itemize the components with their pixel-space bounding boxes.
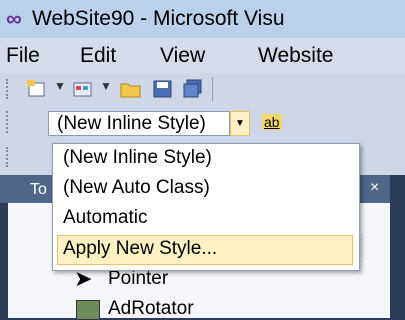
- title-bar: ∞ WebSite90 - Microsoft Visu: [0, 0, 405, 38]
- dropdown-option-automatic[interactable]: Automatic: [63, 207, 147, 229]
- add-item-icon[interactable]: [72, 79, 94, 99]
- toolbar-grip[interactable]: [6, 147, 12, 167]
- adrotator-icon: [76, 300, 100, 320]
- dropdown-option-new-auto-class[interactable]: (New Auto Class): [63, 177, 210, 199]
- add-item-dropdown-icon[interactable]: ▼: [100, 79, 112, 93]
- save-icon[interactable]: [152, 79, 174, 99]
- style-dropdown-menu: (New Inline Style) (New Auto Class) Auto…: [52, 143, 360, 271]
- toolbox-item-pointer[interactable]: Pointer: [108, 268, 168, 290]
- toolbar-grip[interactable]: [6, 111, 12, 133]
- new-project-icon[interactable]: [26, 79, 48, 99]
- menu-bar: File Edit View Website: [0, 38, 405, 73]
- toolbar-separator: [212, 77, 213, 101]
- menu-website[interactable]: Website: [258, 44, 333, 68]
- toolbar-grip[interactable]: [6, 79, 12, 99]
- toolbox-title: To: [30, 181, 47, 198]
- style-button[interactable]: ab: [262, 114, 282, 130]
- dropdown-option-new-inline-style[interactable]: (New Inline Style): [63, 147, 212, 169]
- new-project-dropdown-icon[interactable]: ▼: [54, 79, 66, 93]
- open-file-icon[interactable]: [120, 79, 142, 99]
- target-rule-value: (New Inline Style): [57, 113, 206, 134]
- menu-file[interactable]: File: [6, 44, 40, 68]
- standard-toolbar: ▼ ▼: [0, 73, 405, 105]
- save-all-icon[interactable]: [182, 79, 204, 99]
- dropdown-option-apply-new-style[interactable]: Apply New Style...: [63, 238, 217, 260]
- menu-edit[interactable]: Edit: [80, 44, 116, 68]
- visual-studio-icon: ∞: [6, 6, 22, 31]
- toolbox-item-adrotator[interactable]: AdRotator: [108, 298, 194, 320]
- menu-view[interactable]: View: [160, 44, 205, 68]
- window-title: WebSite90 - Microsoft Visu: [32, 7, 285, 30]
- close-icon[interactable]: ×: [370, 179, 379, 197]
- target-rule-combo[interactable]: (New Inline Style): [48, 111, 230, 136]
- chevron-down-icon[interactable]: ▼: [230, 111, 250, 136]
